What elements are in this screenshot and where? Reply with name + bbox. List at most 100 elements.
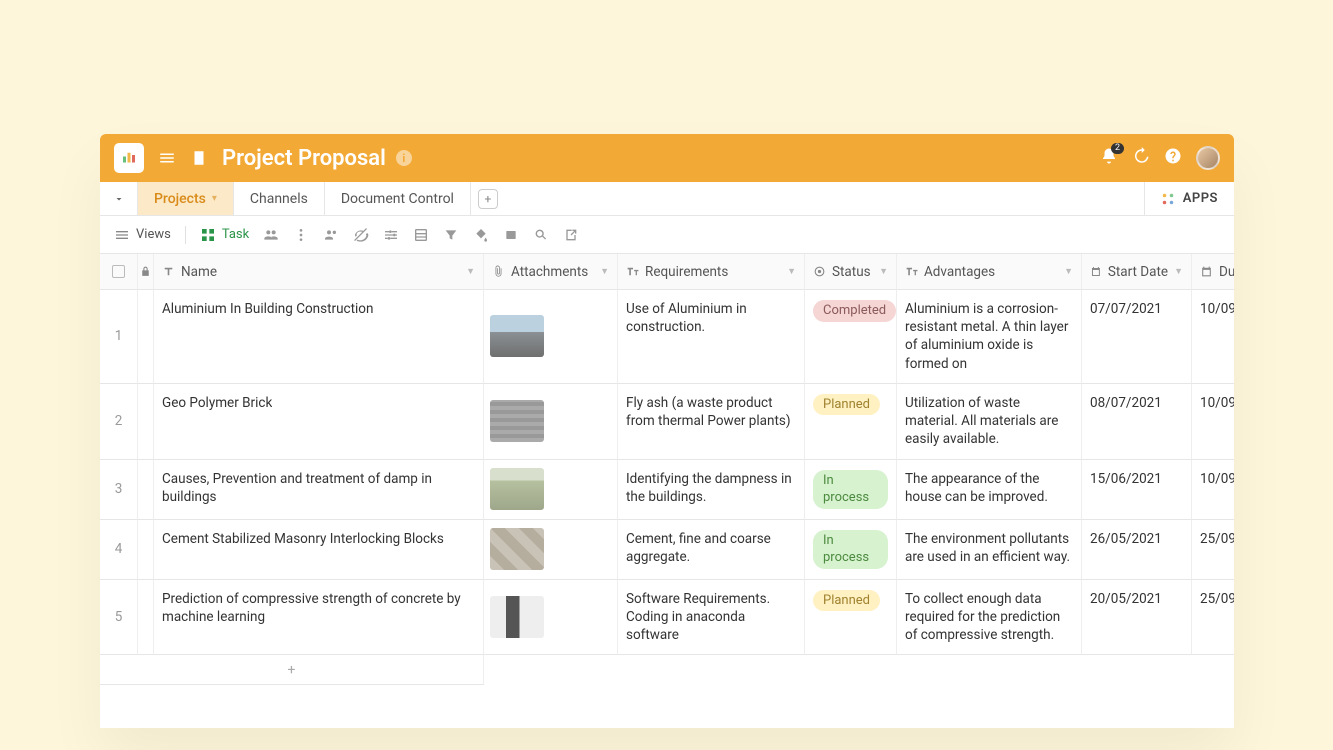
add-tab-button[interactable]: + bbox=[471, 182, 505, 215]
add-row-button[interactable]: + bbox=[100, 655, 484, 685]
start-date-cell[interactable]: 07/07/2021 bbox=[1082, 290, 1192, 384]
attachment-cell[interactable] bbox=[484, 384, 618, 460]
user-avatar[interactable] bbox=[1196, 146, 1220, 170]
column-header-requirements[interactable]: Requirements ▼ bbox=[618, 254, 805, 290]
status-cell[interactable]: Planned bbox=[805, 580, 897, 656]
hamburger-icon[interactable] bbox=[158, 149, 176, 167]
attachment-thumbnail[interactable] bbox=[490, 315, 544, 357]
requirements-text: Fly ash (a waste product from thermal Po… bbox=[626, 394, 796, 430]
export-icon[interactable] bbox=[563, 227, 579, 243]
table: Name ▼ Attachments ▼ Requirements ▼ Stat… bbox=[100, 254, 1234, 685]
column-header-attachments[interactable]: Attachments ▼ bbox=[484, 254, 618, 290]
due-date-cell[interactable]: 10/09/2021 bbox=[1192, 384, 1234, 460]
header-label: Due Date bbox=[1219, 264, 1234, 280]
row-number[interactable]: 5 bbox=[100, 580, 138, 656]
requirements-cell[interactable]: Cement, fine and coarse aggregate. bbox=[618, 520, 805, 580]
requirements-cell[interactable]: Fly ash (a waste product from thermal Po… bbox=[618, 384, 805, 460]
hide-icon[interactable] bbox=[353, 227, 369, 243]
name-cell[interactable]: Prediction of compressive strength of co… bbox=[154, 580, 484, 656]
attachment-cell[interactable] bbox=[484, 460, 618, 520]
row-number[interactable]: 1 bbox=[100, 290, 138, 384]
column-header-start-date[interactable]: Start Date ▼ bbox=[1082, 254, 1192, 290]
due-date-cell[interactable]: 25/09/2021 bbox=[1192, 520, 1234, 580]
filter-icon[interactable] bbox=[443, 227, 459, 243]
members-icon[interactable] bbox=[263, 227, 279, 243]
row-number[interactable]: 4 bbox=[100, 520, 138, 580]
task-view-button[interactable]: Task bbox=[200, 227, 249, 243]
column-header-advantages[interactable]: Advantages ▼ bbox=[897, 254, 1082, 290]
help-icon[interactable] bbox=[1164, 147, 1182, 169]
notifications-button[interactable]: 2 bbox=[1100, 147, 1118, 169]
document-icon bbox=[190, 149, 208, 167]
share-users-icon[interactable] bbox=[323, 227, 339, 243]
chevron-down-icon: ▼ bbox=[1064, 266, 1073, 277]
task-label: Task bbox=[222, 227, 249, 242]
chevron-down-icon: ▼ bbox=[787, 266, 796, 277]
attachment-thumbnail[interactable] bbox=[490, 528, 544, 570]
status-cell[interactable]: In process bbox=[805, 520, 897, 580]
more-icon[interactable] bbox=[293, 227, 309, 243]
due-date-cell[interactable]: 10/09/2021 bbox=[1192, 290, 1234, 384]
header-label: Start Date bbox=[1108, 264, 1168, 280]
start-date-cell[interactable]: 26/05/2021 bbox=[1082, 520, 1192, 580]
apps-button[interactable]: APPS bbox=[1144, 182, 1234, 215]
lock-cell bbox=[138, 580, 154, 656]
header-label: Advantages bbox=[924, 264, 995, 280]
select-all-checkbox[interactable] bbox=[100, 254, 138, 290]
info-icon[interactable]: i bbox=[396, 150, 412, 166]
advantages-cell[interactable]: The appearance of the house can be impro… bbox=[897, 460, 1082, 520]
requirements-cell[interactable]: Software Requirements. Coding in anacond… bbox=[618, 580, 805, 656]
lock-column-icon[interactable] bbox=[138, 254, 154, 290]
column-header-due-date[interactable]: Due Date ▼ bbox=[1192, 254, 1234, 290]
row-height-icon[interactable] bbox=[413, 227, 429, 243]
search-icon[interactable] bbox=[533, 227, 549, 243]
attachment-thumbnail[interactable] bbox=[490, 596, 544, 638]
name-cell[interactable]: Aluminium In Building Construction bbox=[154, 290, 484, 384]
requirements-cell[interactable]: Use of Aluminium in construction. bbox=[618, 290, 805, 384]
row-number[interactable]: 3 bbox=[100, 460, 138, 520]
name-cell[interactable]: Causes, Prevention and treatment of damp… bbox=[154, 460, 484, 520]
fill-color-icon[interactable] bbox=[473, 227, 489, 243]
advantages-cell[interactable]: To collect enough data required for the … bbox=[897, 580, 1082, 656]
row-number[interactable]: 2 bbox=[100, 384, 138, 460]
tab-label: Projects bbox=[154, 191, 206, 207]
requirements-cell[interactable]: Identifying the dampness in the building… bbox=[618, 460, 805, 520]
page-title[interactable]: Project Proposal bbox=[222, 146, 386, 171]
name-text: Aluminium In Building Construction bbox=[162, 300, 373, 318]
due-date-cell[interactable]: 25/09/2021 bbox=[1192, 580, 1234, 656]
views-button[interactable]: Views bbox=[114, 227, 171, 243]
name-text: Causes, Prevention and treatment of damp… bbox=[162, 470, 475, 506]
status-cell[interactable]: In process bbox=[805, 460, 897, 520]
app-logo[interactable] bbox=[114, 143, 144, 173]
advantages-cell[interactable]: The environment pollutants are used in a… bbox=[897, 520, 1082, 580]
expand-toggle[interactable] bbox=[100, 182, 138, 215]
lock-cell bbox=[138, 290, 154, 384]
advantages-text: Aluminium is a corrosion-resistant metal… bbox=[905, 300, 1073, 373]
status-cell[interactable]: Completed bbox=[805, 290, 897, 384]
tab-channels[interactable]: Channels bbox=[234, 182, 325, 215]
column-header-name[interactable]: Name ▼ bbox=[154, 254, 484, 290]
advantages-cell[interactable]: Aluminium is a corrosion-resistant metal… bbox=[897, 290, 1082, 384]
advantages-text: Utilization of waste material. All mater… bbox=[905, 394, 1073, 449]
attachment-cell[interactable] bbox=[484, 580, 618, 656]
attachment-thumbnail[interactable] bbox=[490, 468, 544, 510]
name-cell[interactable]: Cement Stabilized Masonry Interlocking B… bbox=[154, 520, 484, 580]
status-cell[interactable]: Planned bbox=[805, 384, 897, 460]
start-date-cell[interactable]: 20/05/2021 bbox=[1082, 580, 1192, 656]
due-date-cell[interactable]: 10/09/2021 bbox=[1192, 460, 1234, 520]
attachment-cell[interactable] bbox=[484, 290, 618, 384]
sliders-icon[interactable] bbox=[383, 227, 399, 243]
views-label: Views bbox=[136, 227, 171, 242]
tab-projects[interactable]: Projects ▾ bbox=[138, 182, 234, 215]
attachment-thumbnail[interactable] bbox=[490, 400, 544, 442]
apps-label: APPS bbox=[1183, 191, 1218, 206]
name-cell[interactable]: Geo Polymer Brick bbox=[154, 384, 484, 460]
card-icon[interactable] bbox=[503, 227, 519, 243]
tab-document-control[interactable]: Document Control bbox=[325, 182, 471, 215]
history-icon[interactable] bbox=[1132, 147, 1150, 169]
start-date-cell[interactable]: 15/06/2021 bbox=[1082, 460, 1192, 520]
column-header-status[interactable]: Status ▼ bbox=[805, 254, 897, 290]
advantages-cell[interactable]: Utilization of waste material. All mater… bbox=[897, 384, 1082, 460]
attachment-cell[interactable] bbox=[484, 520, 618, 580]
start-date-cell[interactable]: 08/07/2021 bbox=[1082, 384, 1192, 460]
